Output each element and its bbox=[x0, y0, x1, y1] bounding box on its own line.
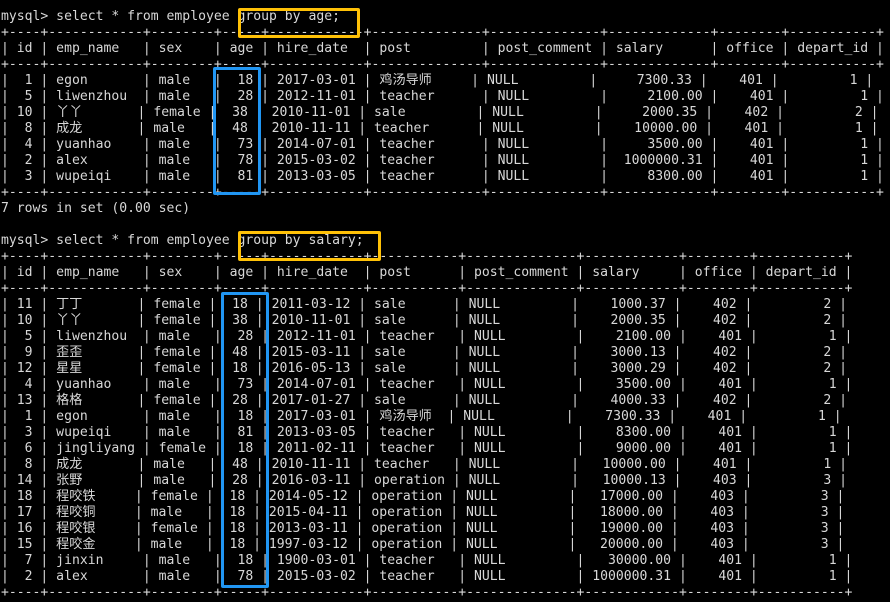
terminal-line: 7 rows in set (0.00 sec) bbox=[1, 201, 191, 216]
terminal-line: mysql> select * from employee group by s… bbox=[1, 233, 364, 248]
terminal-line: | 17 | 程咬铜 | male | 18 | 2015-04-11 | op… bbox=[1, 505, 845, 520]
terminal-line: | 7 | jinxin | male | 18 | 1900-03-01 | … bbox=[1, 553, 853, 568]
terminal-line: mysql> select * from employee group by a… bbox=[1, 9, 340, 24]
terminal-line: | 4 | yuanhao | male | 73 | 2014-07-01 |… bbox=[1, 137, 884, 152]
terminal-line: +----+------------+--------+-----+------… bbox=[1, 57, 884, 72]
terminal-line: | 1 | egon | male | 18 | 2017-03-01 | 鸡汤… bbox=[1, 73, 874, 88]
terminal-line: | 8 | 成龙 | male | 48 | 2010-11-11 | teac… bbox=[1, 457, 848, 472]
terminal-line: +----+------------+--------+-----+------… bbox=[1, 185, 884, 200]
terminal-line: | 2 | alex | male | 78 | 2015-03-02 | te… bbox=[1, 153, 884, 168]
mysql-terminal[interactable]: mysql> select * from employee group by a… bbox=[0, 0, 890, 602]
terminal-line: +----+------------+--------+-----+------… bbox=[1, 249, 853, 264]
terminal-line: | 2 | alex | male | 78 | 2015-03-02 | te… bbox=[1, 569, 853, 584]
terminal-line: | 12 | 星星 | female | 18 | 2016-05-13 | s… bbox=[1, 361, 848, 376]
terminal-line: | 14 | 张野 | male | 28 | 2016-03-11 | ope… bbox=[1, 473, 848, 488]
terminal-line: | id | emp_name | sex | age | hire_date … bbox=[1, 265, 853, 280]
terminal-line: +----+------------+--------+-----+------… bbox=[1, 585, 853, 600]
terminal-line: +----+------------+--------+-----+------… bbox=[1, 281, 853, 296]
terminal-line: | 16 | 程咬银 | female | 18 | 2013-03-11 | … bbox=[1, 521, 845, 536]
terminal-line: | 15 | 程咬金 | male | 18 | 1997-03-12 | op… bbox=[1, 537, 845, 552]
terminal-line: | id | emp_name | sex | age | hire_date … bbox=[1, 41, 884, 56]
terminal-output: mysql> select * from employee group by a… bbox=[0, 0, 890, 601]
terminal-line: | 3 | wupeiqi | male | 81 | 2013-03-05 |… bbox=[1, 169, 884, 184]
terminal-line: | 10 | 丫丫 | female | 38 | 2010-11-01 | s… bbox=[1, 313, 848, 328]
terminal-line: | 9 | 歪歪 | female | 48 | 2015-03-11 | sa… bbox=[1, 345, 848, 360]
terminal-line: | 6 | jingliyang | female | 18 | 2011-02… bbox=[1, 441, 853, 456]
terminal-line: | 11 | 丁丁 | female | 18 | 2011-03-12 | s… bbox=[1, 297, 848, 312]
terminal-line: | 3 | wupeiqi | male | 81 | 2013-03-05 |… bbox=[1, 425, 853, 440]
terminal-line: | 5 | liwenzhou | male | 28 | 2012-11-01… bbox=[1, 329, 853, 344]
terminal-line: | 13 | 格格 | female | 28 | 2017-01-27 | s… bbox=[1, 393, 848, 408]
terminal-line: | 10 | 丫丫 | female | 38 | 2010-11-01 | s… bbox=[1, 105, 879, 120]
terminal-line: | 5 | liwenzhou | male | 28 | 2012-11-01… bbox=[1, 89, 884, 104]
terminal-line: | 4 | yuanhao | male | 73 | 2014-07-01 |… bbox=[1, 377, 853, 392]
terminal-line: | 1 | egon | male | 18 | 2017-03-01 | 鸡汤… bbox=[1, 409, 842, 424]
terminal-line: | 18 | 程咬铁 | female | 18 | 2014-05-12 | … bbox=[1, 489, 845, 504]
terminal-line: +----+------------+--------+-----+------… bbox=[1, 25, 884, 40]
terminal-line: | 8 | 成龙 | male | 48 | 2010-11-11 | teac… bbox=[1, 121, 879, 136]
